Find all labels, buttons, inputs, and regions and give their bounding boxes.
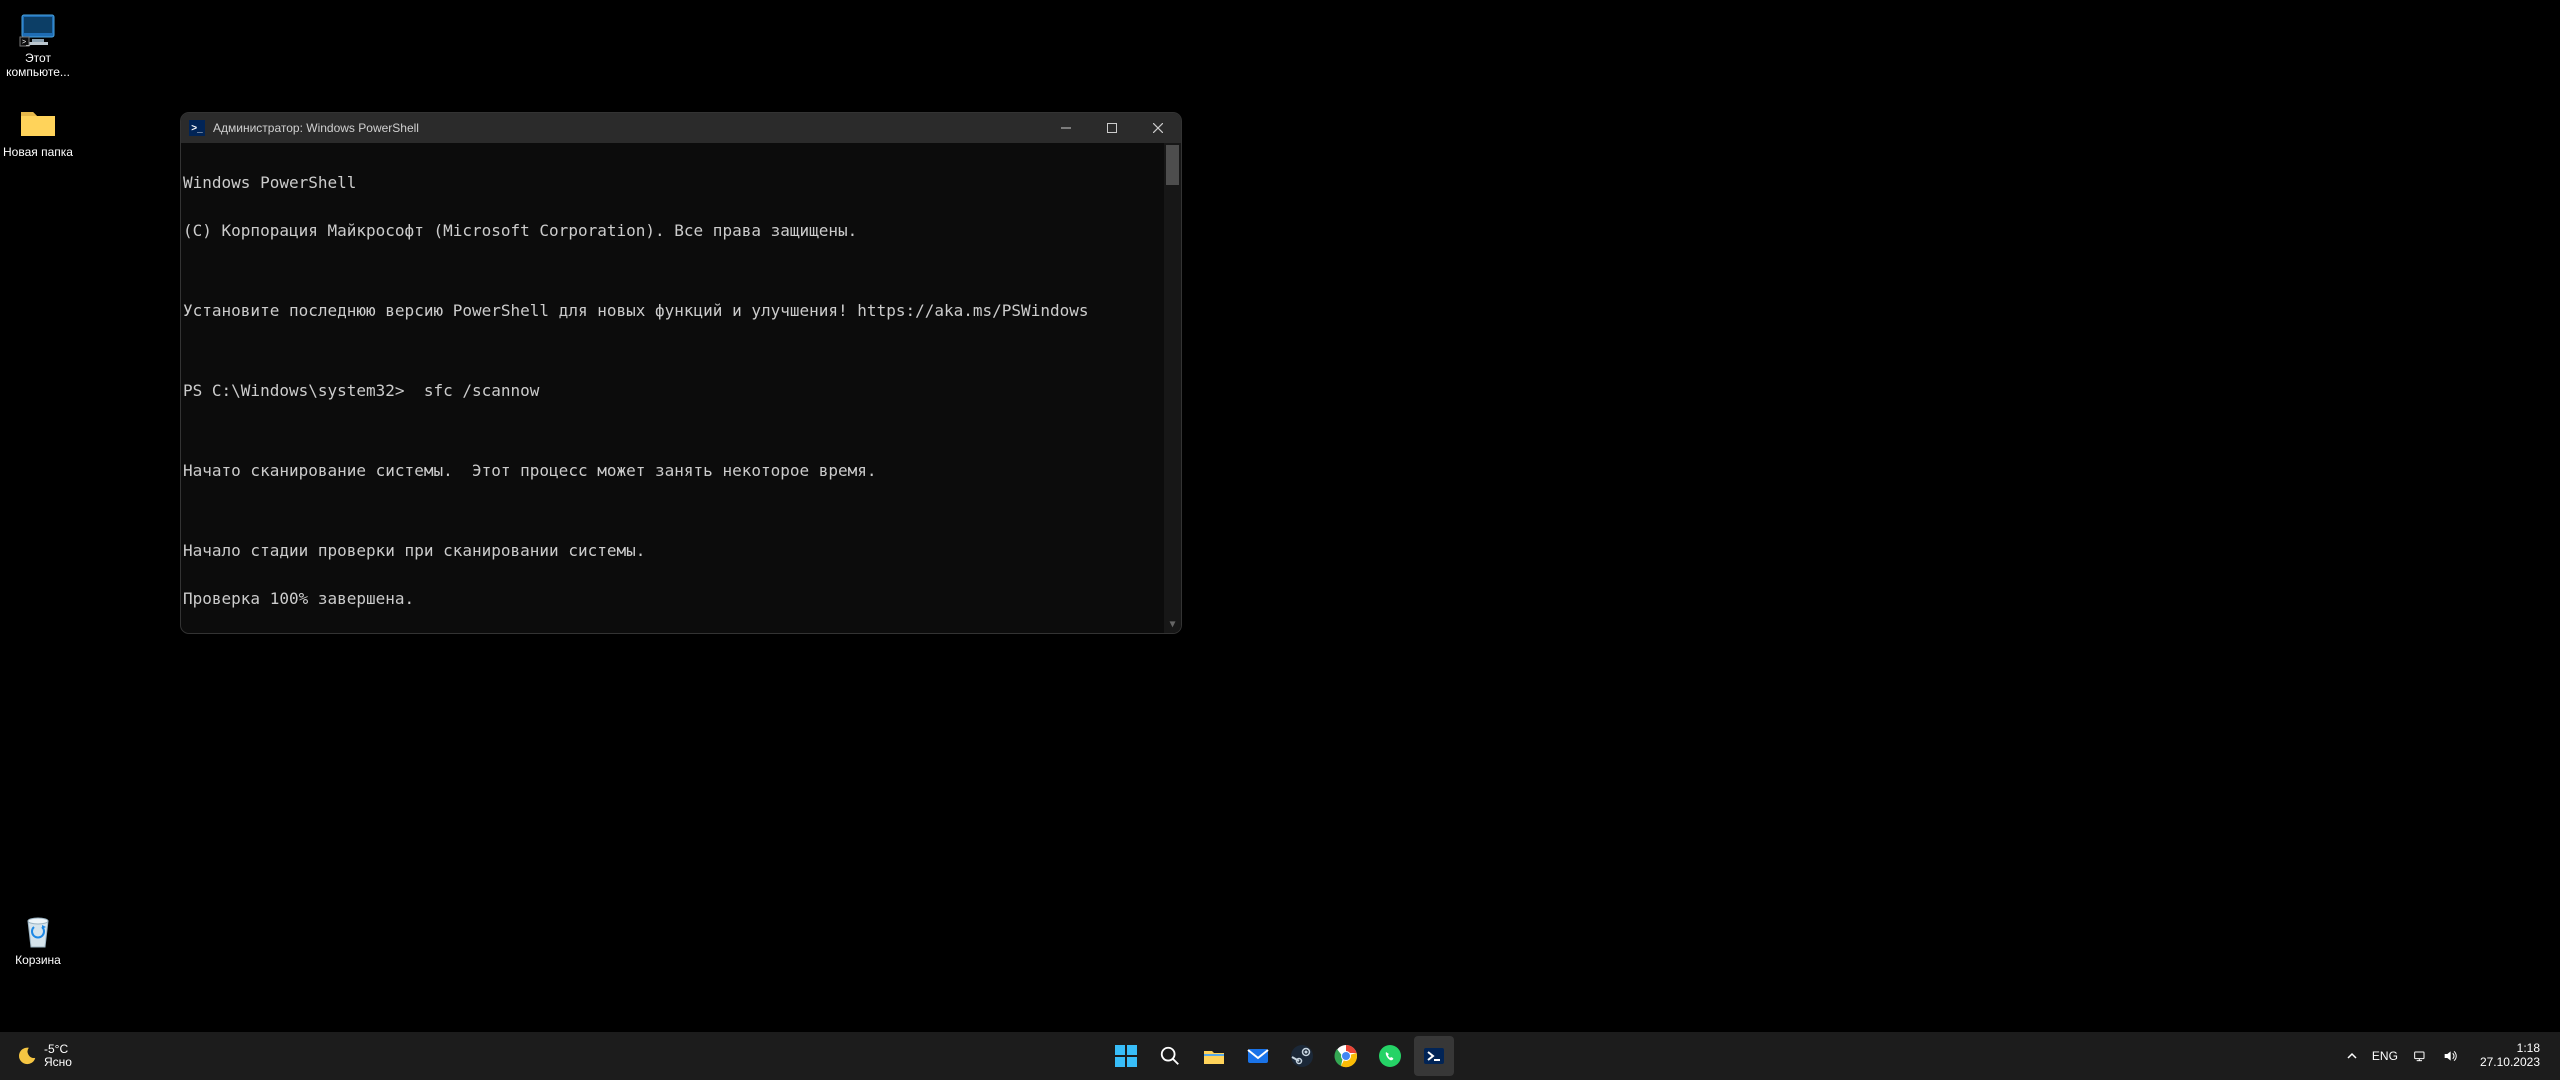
language-label: ENG [2372,1049,2398,1063]
taskbar-chrome[interactable] [1326,1036,1366,1076]
steam-icon [1290,1044,1314,1068]
taskbar-weather[interactable]: -5°C Ясно [10,1036,78,1076]
desktop-icon-new-folder[interactable]: Новая папка [0,102,76,160]
maximize-button[interactable] [1089,113,1135,143]
powershell-app-icon: >_ [189,120,205,136]
taskbar-mail[interactable] [1238,1036,1278,1076]
scrollbar-thumb[interactable] [1166,145,1179,185]
taskbar: -5°C Ясно [0,1032,2560,1080]
mail-icon [1246,1044,1270,1068]
terminal-line: Установите последнюю версию PowerShell д… [183,303,1179,319]
terminal-line: (C) Корпорация Майкрософт (Microsoft Cor… [183,223,1179,239]
close-button[interactable] [1135,113,1181,143]
desktop-icon-this-pc[interactable]: >_ Этот компьюте... [0,8,76,80]
powershell-icon [1422,1044,1446,1068]
search-button[interactable] [1150,1036,1190,1076]
scrollbar-down-arrow[interactable]: ▼ [1164,616,1181,633]
folder-icon [17,102,59,144]
window-title: Администратор: Windows PowerShell [213,121,419,135]
terminal-body[interactable]: Windows PowerShell (C) Корпорация Майкро… [181,143,1181,633]
tray-clock[interactable]: 1:18 27.10.2023 [2466,1036,2554,1076]
tray-volume[interactable] [2436,1036,2464,1076]
tray-language[interactable]: ENG [2366,1036,2404,1076]
taskbar-file-explorer[interactable] [1194,1036,1234,1076]
moon-icon [16,1045,38,1067]
clock-time: 1:18 [2517,1042,2540,1056]
whatsapp-icon [1378,1044,1402,1068]
terminal-scrollbar[interactable]: ▲ ▼ [1164,143,1181,633]
chrome-icon [1334,1044,1358,1068]
weather-desc: Ясно [44,1056,72,1069]
terminal-line: Начато сканирование системы. Этот процес… [183,463,1179,479]
taskbar-steam[interactable] [1282,1036,1322,1076]
taskbar-whatsapp[interactable] [1370,1036,1410,1076]
minimize-button[interactable] [1043,113,1089,143]
windows-icon [1114,1044,1138,1068]
terminal-line: Windows PowerShell [183,175,1179,191]
window-titlebar[interactable]: >_ Администратор: Windows PowerShell [181,113,1181,143]
network-icon [2412,1048,2428,1064]
desktop-icon-label: Корзина [15,954,61,968]
terminal-line: Начало стадии проверки при сканировании … [183,543,1179,559]
clock-date: 27.10.2023 [2480,1056,2540,1070]
recycle-bin-icon [17,910,59,952]
taskbar-powershell[interactable] [1414,1036,1454,1076]
terminal-line: Проверка 100% завершена. [183,591,1179,607]
search-icon [1158,1044,1182,1068]
terminal-line: PS C:\Windows\system32> sfc /scannow [183,383,1179,399]
desktop-icon-label: Этот компьюте... [6,52,70,80]
tray-overflow-button[interactable] [2340,1036,2364,1076]
start-button[interactable] [1106,1036,1146,1076]
svg-text:>_: >_ [22,39,30,46]
folder-icon [1202,1044,1226,1068]
this-pc-icon: >_ [17,8,59,50]
desktop-icon-label: Новая папка [3,146,73,160]
chevron-up-icon [2346,1050,2358,1062]
desktop-icon-recycle-bin[interactable]: Корзина [0,910,76,968]
volume-icon [2442,1048,2458,1064]
powershell-window: >_ Администратор: Windows PowerShell Win… [181,113,1181,633]
tray-network[interactable] [2406,1036,2434,1076]
